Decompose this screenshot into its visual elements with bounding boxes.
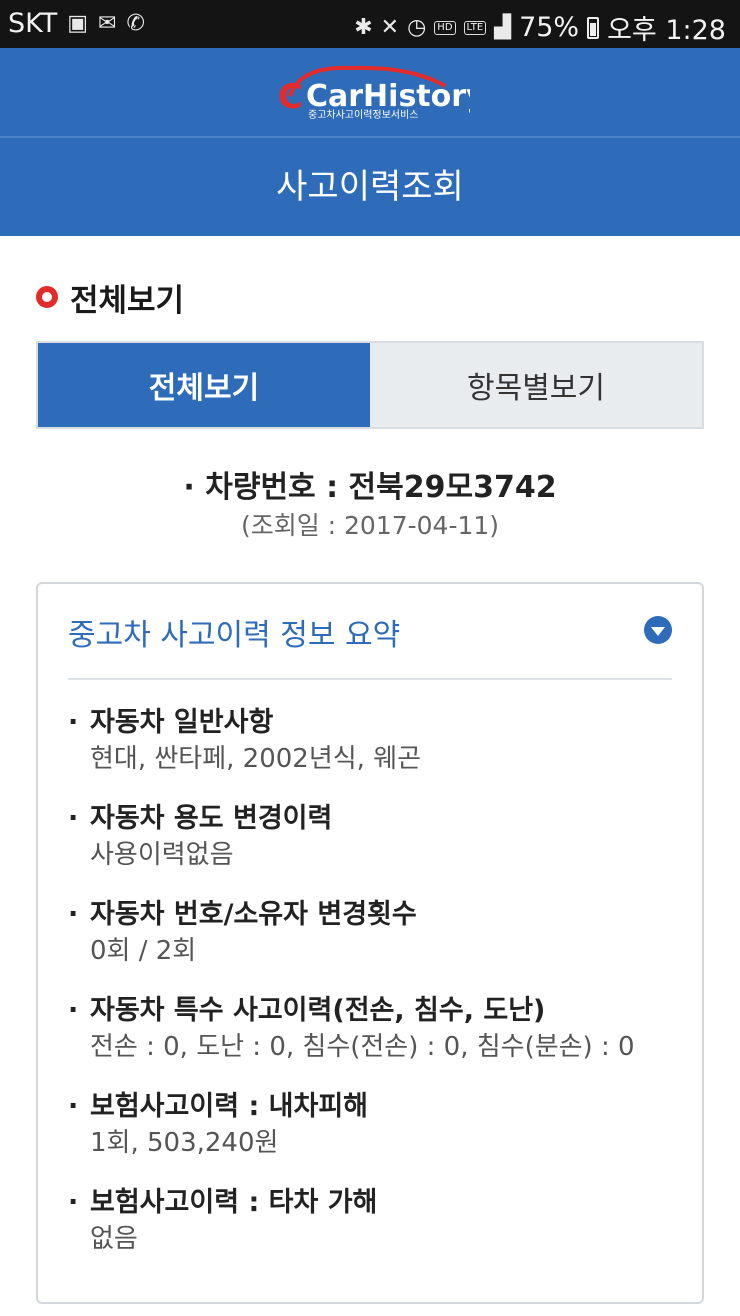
list-item: · 자동차 용도 변경이력 사용이력없음 — [68, 802, 682, 874]
bluetooth-icon: ✱ — [354, 14, 373, 40]
item-title: 보험사고이력 : 타차 가해 — [90, 1187, 378, 1218]
logo-area[interactable]: C CarHistory 중고차사고이력정보서비스 — [0, 48, 740, 136]
item-title: 자동차 일반사항 — [90, 707, 274, 738]
vehicle-number: · 차량번호 : 전북29모3742 — [183, 470, 557, 505]
item-value: 1회, 503,240원 — [90, 1128, 279, 1158]
list-item: · 보험사고이력 : 내차피해 1회, 503,240원 — [68, 1090, 682, 1162]
section-title: 전체보기 — [36, 275, 184, 319]
battery-icon — [587, 16, 600, 39]
item-value: 현대, 싼타페, 2002년식, 웨곤 — [90, 744, 422, 774]
summary-card: 중고차 사고이력 정보 요약 · 자동차 일반사항 현대, 싼타페, 2002년식… — [36, 582, 704, 1304]
query-date: (조회일 : 2017-04-11) — [240, 511, 500, 540]
bullet: · — [68, 1187, 79, 1218]
logo-subtitle: 중고차사고이력정보서비스 — [308, 110, 419, 121]
list-item: · 자동차 번호/소유자 변경횟수 0회 / 2회 — [68, 898, 682, 970]
summary-list: · 자동차 일반사항 현대, 싼타페, 2002년식, 웨곤 · 자동차 용도 변경… — [68, 706, 682, 1282]
item-value: 전손 : 0, 도난 : 0, 침수(전손) : 0, 침수(분손) : 0 — [90, 1032, 635, 1062]
item-title: 보험사고이력 : 내차피해 — [90, 1091, 368, 1122]
item-value: 사용이력없음 — [90, 840, 234, 870]
item-title: 자동차 용도 변경이력 — [90, 803, 333, 834]
summary-title[interactable]: 중고차 사고이력 정보 요약 — [68, 610, 400, 654]
ring-icon — [36, 286, 58, 308]
item-title: 자동차 번호/소유자 변경횟수 — [90, 899, 417, 930]
item-value: 0회 / 2회 — [90, 936, 197, 966]
app-header: C CarHistory 중고차사고이력정보서비스 사고이력조회 — [0, 48, 740, 236]
bullet: · — [68, 899, 79, 930]
mail-icon: ✉ — [98, 10, 117, 36]
list-item: · 보험사고이력 : 타차 가해 없음 — [68, 1186, 682, 1258]
card-divider — [68, 678, 672, 680]
tab-all-view[interactable]: 전체보기 — [38, 343, 370, 427]
svg-text:C: C — [278, 77, 303, 117]
tab-item-view[interactable]: 항목별보기 — [370, 343, 702, 427]
bullet: · — [68, 707, 79, 738]
alarm-icon: ◷ — [407, 14, 427, 40]
status-bar: SKT ▣ ✉ ✆ ✱ ✕ ◷ HD LTE ▟ 75% 오후 1:28 — [0, 0, 740, 48]
page-title: 사고이력조회 — [276, 167, 464, 207]
carrier-label: SKT — [8, 8, 58, 39]
item-title: 자동차 특수 사고이력(전손, 침수, 도난) — [90, 995, 546, 1026]
battery-percent: 75% — [519, 12, 580, 43]
clock: 오후 1:28 — [607, 15, 726, 46]
bullet: · — [68, 1091, 79, 1122]
bullet: · — [68, 995, 79, 1026]
signal-icon: ▟ — [494, 14, 512, 40]
chevron-down-icon[interactable] — [644, 616, 672, 644]
lte-icon: LTE — [463, 20, 487, 35]
phone-icon: ✆ — [126, 10, 145, 36]
mute-icon: ✕ — [380, 14, 400, 40]
list-item: · 자동차 특수 사고이력(전손, 침수, 도난) 전손 : 0, 도난 : 0,… — [68, 994, 682, 1066]
view-tabs: 전체보기 항목별보기 — [36, 341, 704, 429]
bullet: · — [68, 803, 79, 834]
hd-voice-icon: HD — [434, 20, 456, 35]
image-icon: ▣ — [67, 10, 89, 36]
item-value: 없음 — [90, 1224, 138, 1254]
list-item: · 자동차 일반사항 현대, 싼타페, 2002년식, 웨곤 — [68, 706, 682, 778]
section-title-label: 전체보기 — [70, 282, 185, 319]
